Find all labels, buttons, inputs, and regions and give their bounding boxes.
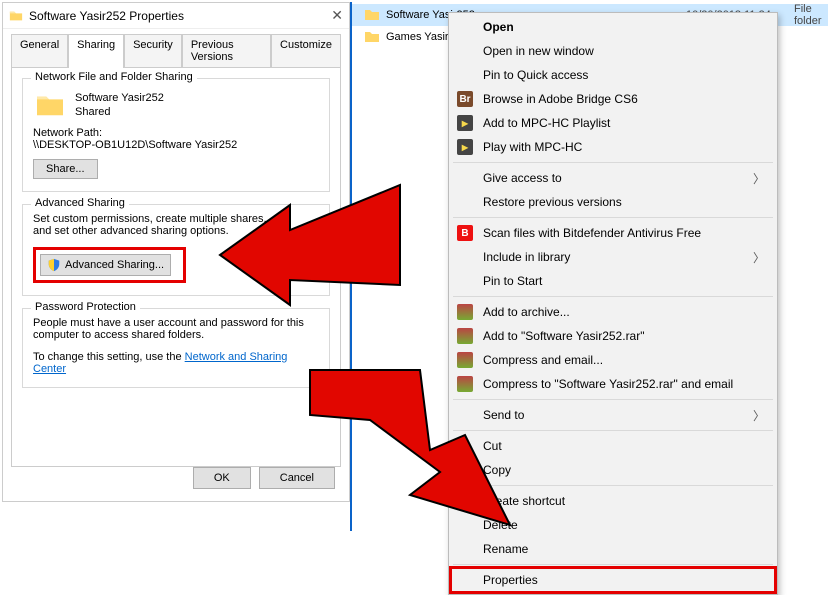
- ctx-pin-quick-access[interactable]: Pin to Quick access: [451, 63, 775, 87]
- tab-customize[interactable]: Customize: [271, 34, 341, 68]
- separator: [453, 564, 773, 565]
- share-status: Shared: [75, 105, 164, 119]
- context-menu: Open Open in new window Pin to Quick acc…: [448, 12, 778, 595]
- advanced-desc: Set custom permissions, create multiple …: [33, 213, 283, 237]
- advanced-sharing-label: Advanced Sharing...: [65, 259, 164, 271]
- ctx-restore-previous[interactable]: Restore previous versions: [451, 190, 775, 214]
- folder-icon: [364, 8, 380, 22]
- group-legend: Password Protection: [31, 301, 140, 313]
- ctx-properties[interactable]: Properties: [451, 568, 775, 592]
- password-hint-prefix: To change this setting, use the: [33, 351, 185, 363]
- ctx-mpc-play[interactable]: ▶Play with MPC-HC: [451, 135, 775, 159]
- ctx-rar-add-archive[interactable]: Add to archive...: [451, 300, 775, 324]
- folder-name: Software Yasir252: [75, 91, 164, 105]
- ctx-open[interactable]: Open: [451, 15, 775, 39]
- folder-icon: [9, 9, 23, 23]
- winrar-icon: [457, 304, 473, 320]
- titlebar[interactable]: Software Yasir252 Properties ✕: [3, 3, 349, 29]
- shield-icon: [47, 258, 61, 272]
- separator: [453, 162, 773, 163]
- mpc-icon: ▶: [457, 115, 473, 131]
- tab-sharing[interactable]: Sharing: [68, 34, 124, 68]
- ctx-bitdefender-scan[interactable]: BScan files with Bitdefender Antivirus F…: [451, 221, 775, 245]
- winrar-icon: [457, 328, 473, 344]
- advanced-sharing-group: Advanced Sharing Set custom permissions,…: [22, 204, 330, 296]
- ctx-rar-compress-email[interactable]: Compress and email...: [451, 348, 775, 372]
- tabs: General Sharing Security Previous Versio…: [3, 29, 349, 67]
- ctx-rar-add-named[interactable]: Add to "Software Yasir252.rar": [451, 324, 775, 348]
- ctx-copy[interactable]: Copy: [451, 458, 775, 482]
- group-legend: Network File and Folder Sharing: [31, 71, 197, 83]
- network-path: \\DESKTOP-OB1U12D\Software Yasir252: [33, 139, 319, 151]
- highlight-box: Advanced Sharing...: [33, 247, 186, 283]
- mpc-icon: ▶: [457, 139, 473, 155]
- share-button[interactable]: Share...: [33, 159, 98, 179]
- separator: [453, 296, 773, 297]
- shared-folder-icon: [35, 92, 65, 118]
- ctx-open-new-window[interactable]: Open in new window: [451, 39, 775, 63]
- properties-dialog: Software Yasir252 Properties ✕ General S…: [2, 2, 350, 502]
- ctx-pin-start[interactable]: Pin to Start: [451, 269, 775, 293]
- tab-previous-versions[interactable]: Previous Versions: [182, 34, 271, 68]
- ok-button[interactable]: OK: [193, 467, 251, 489]
- tab-panel-sharing: Network File and Folder Sharing Software…: [11, 67, 341, 467]
- password-protection-group: Password Protection People must have a u…: [22, 308, 330, 388]
- dialog-title: Software Yasir252 Properties: [29, 9, 184, 23]
- ctx-delete[interactable]: Delete: [451, 513, 775, 537]
- ctx-cut[interactable]: Cut: [451, 434, 775, 458]
- separator: [453, 485, 773, 486]
- ctx-create-shortcut[interactable]: Create shortcut: [451, 489, 775, 513]
- tab-general[interactable]: General: [11, 34, 68, 68]
- ctx-mpc-add-playlist[interactable]: ▶Add to MPC-HC Playlist: [451, 111, 775, 135]
- folder-icon: [364, 30, 380, 44]
- bridge-icon: Br: [457, 91, 473, 107]
- separator: [453, 399, 773, 400]
- winrar-icon: [457, 376, 473, 392]
- chevron-right-icon: 〉: [753, 407, 765, 424]
- winrar-icon: [457, 352, 473, 368]
- network-sharing-group: Network File and Folder Sharing Software…: [22, 78, 330, 192]
- ctx-give-access-to[interactable]: Give access to〉: [451, 166, 775, 190]
- ctx-include-library[interactable]: Include in library〉: [451, 245, 775, 269]
- separator: [453, 217, 773, 218]
- ctx-send-to[interactable]: Send to〉: [451, 403, 775, 427]
- group-legend: Advanced Sharing: [31, 197, 129, 209]
- chevron-right-icon: 〉: [753, 249, 765, 266]
- ctx-browse-bridge[interactable]: BrBrowse in Adobe Bridge CS6: [451, 87, 775, 111]
- network-path-label: Network Path:: [33, 127, 319, 139]
- password-desc: People must have a user account and pass…: [33, 317, 319, 341]
- advanced-sharing-button[interactable]: Advanced Sharing...: [40, 254, 171, 276]
- dialog-buttons: OK Cancel: [193, 467, 335, 489]
- chevron-right-icon: 〉: [753, 170, 765, 187]
- cancel-button[interactable]: Cancel: [259, 467, 335, 489]
- close-button[interactable]: ✕: [331, 7, 343, 24]
- file-type: File folder: [794, 3, 828, 27]
- ctx-rename[interactable]: Rename: [451, 537, 775, 561]
- separator: [453, 430, 773, 431]
- bitdefender-icon: B: [457, 225, 473, 241]
- ctx-rar-compress-email-named[interactable]: Compress to "Software Yasir252.rar" and …: [451, 372, 775, 396]
- tab-security[interactable]: Security: [124, 34, 182, 68]
